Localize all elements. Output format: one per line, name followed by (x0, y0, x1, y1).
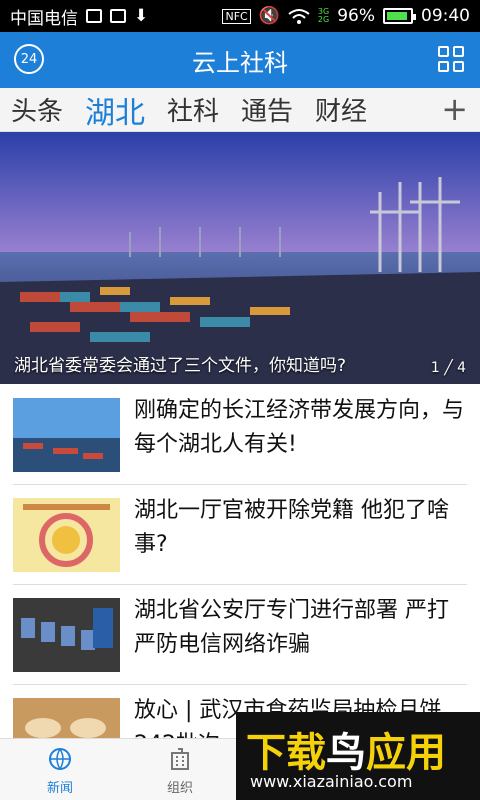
logo-text: 24 (20, 51, 38, 67)
news-thumbnail (13, 598, 120, 672)
news-title: 刚确定的长江经济带发展方向，与每个湖北人有关! (134, 398, 465, 457)
banner-carousel[interactable]: 湖北省委常委会通过了三个文件，你知道吗? 1 ╱ 4 (0, 132, 480, 384)
logo-icon[interactable]: 24 (14, 44, 44, 74)
building-icon (171, 748, 189, 770)
carrier-label: 中国电信 (10, 8, 78, 29)
news-title: 湖北省公安厅专门进行部署 严打严防电信网络诈骗 (134, 598, 449, 657)
watermark-title: 下载鸟应用 (246, 720, 446, 778)
watermark-title-a: 下载 (246, 730, 326, 776)
nav-news-label: 新闻 (46, 781, 73, 796)
banner-caption: 湖北省委常委会通过了三个文件，你知道吗? (14, 356, 347, 376)
grid-menu-icon[interactable] (438, 46, 464, 72)
watermark-title-b: 鸟 (326, 730, 366, 776)
tab-hubei[interactable]: 湖北 (74, 88, 156, 132)
add-tab-button[interactable]: + (441, 90, 468, 128)
news-item[interactable]: 刚确定的长江经济带发展方向，与每个湖北人有关! (0, 384, 480, 484)
nav-news[interactable]: 新闻 (20, 747, 100, 796)
status-bar: 中国电信 ⬇ NFC 🔇 3G 2G 96% 09:40 (0, 0, 480, 32)
wifi-icon (288, 9, 310, 24)
category-tabs: 头条 湖北 社科 通告 财经 + (0, 88, 480, 132)
app-bar: 24 云上社科 (0, 32, 480, 88)
banner-page-indicator: 1 ╱ 4 (430, 360, 466, 376)
status-left: 中国电信 ⬇ (10, 4, 148, 29)
news-item[interactable]: 湖北省公安厅专门进行部署 严打严防电信网络诈骗 (0, 584, 480, 684)
nfc-icon: NFC (222, 8, 251, 24)
status-right: NFC 🔇 3G 2G 96% 09:40 (222, 6, 470, 26)
banner-image (0, 132, 480, 384)
download-icon: ⬇ (134, 6, 149, 26)
signal-icon: 3G 2G (318, 8, 329, 24)
watermark-url: www.xiazainiao.com (250, 772, 413, 791)
notification-icon (86, 9, 102, 23)
battery-icon (383, 8, 416, 24)
signal-2g-label: 2G (317, 15, 330, 24)
clock: 09:40 (421, 6, 470, 26)
tab-caijing[interactable]: 财经 (304, 91, 378, 128)
tab-toutiao[interactable]: 头条 (0, 91, 74, 128)
tab-sheke[interactable]: 社科 (156, 91, 230, 128)
globe-icon (49, 748, 71, 770)
watermark-title-c: 应用 (366, 730, 446, 776)
tab-tonggao[interactable]: 通告 (230, 91, 304, 128)
news-item[interactable]: 湖北一厅官被开除党籍 他犯了啥事? (0, 484, 480, 584)
image-icon (110, 9, 126, 23)
app-title: 云上社科 (192, 48, 288, 77)
news-thumbnail (13, 498, 120, 572)
news-thumbnail (13, 398, 120, 472)
watermark-logo: 下载鸟应用 www.xiazainiao.com (236, 712, 480, 800)
news-title: 湖北一厅官被开除党籍 他犯了啥事? (134, 498, 449, 557)
battery-percent: 96% (337, 6, 375, 26)
nav-organization[interactable]: 组织 (140, 747, 220, 796)
nav-organization-label: 组织 (166, 781, 193, 796)
mute-icon: 🔇 (258, 6, 280, 26)
